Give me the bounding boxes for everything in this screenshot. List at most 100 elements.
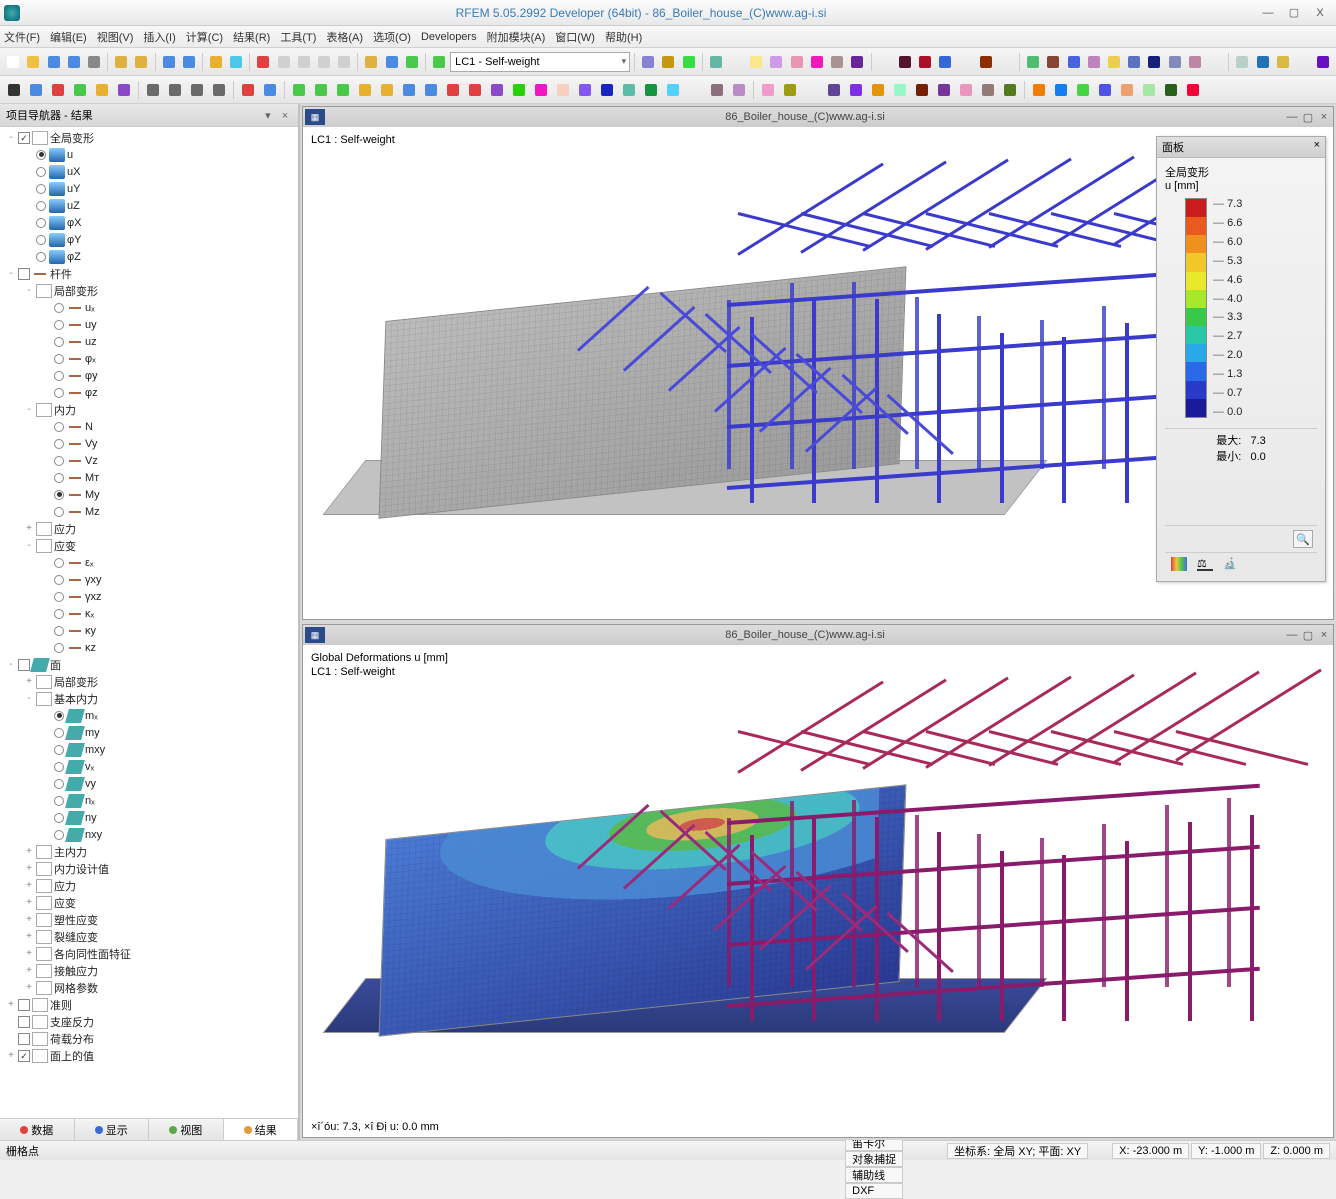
toolbar-t6-icon[interactable] bbox=[1139, 80, 1159, 100]
vp1-max-icon[interactable]: ▢ bbox=[1301, 110, 1315, 124]
toolbar-d1-icon[interactable] bbox=[1233, 52, 1251, 72]
toolbar-s4-icon[interactable] bbox=[824, 80, 844, 100]
status-toggle[interactable]: 辅助线 bbox=[845, 1167, 903, 1183]
tree-item[interactable]: uy bbox=[0, 316, 298, 333]
toolbar-r10-icon[interactable] bbox=[707, 80, 727, 100]
menu-item[interactable]: 文件(F) bbox=[4, 29, 40, 45]
toolbar-s2-icon[interactable] bbox=[780, 80, 800, 100]
toolbar-b2-icon[interactable] bbox=[896, 52, 914, 72]
tree-item[interactable]: Vz bbox=[0, 452, 298, 469]
tree-item[interactable]: 荷载分布 bbox=[0, 1030, 298, 1047]
toolbar-c5-icon[interactable] bbox=[1105, 52, 1123, 72]
toolbar-paste-icon[interactable] bbox=[132, 52, 150, 72]
tree-item[interactable]: +塑性应变 bbox=[0, 911, 298, 928]
vp2-max-icon[interactable]: ▢ bbox=[1301, 628, 1315, 642]
toolbar-open-icon[interactable] bbox=[24, 52, 42, 72]
toolbar-s3-icon[interactable] bbox=[802, 80, 822, 100]
tree-item[interactable]: u bbox=[0, 146, 298, 163]
tree-item[interactable]: 支座反力 bbox=[0, 1013, 298, 1030]
toolbar-b3-icon[interactable] bbox=[916, 52, 934, 72]
toolbar-v2-icon[interactable] bbox=[165, 80, 185, 100]
toolbar-w10-icon[interactable] bbox=[487, 80, 507, 100]
menu-item[interactable]: 结果(R) bbox=[233, 29, 270, 45]
toolbar-axis-icon[interactable] bbox=[238, 80, 258, 100]
toolbar-undo-icon[interactable] bbox=[159, 52, 177, 72]
tree-item[interactable]: -面 bbox=[0, 656, 298, 673]
tree-item[interactable]: +应力 bbox=[0, 520, 298, 537]
toolbar-calc3-icon[interactable] bbox=[295, 52, 313, 72]
toolbar-s6-icon[interactable] bbox=[868, 80, 888, 100]
toolbar-t5-icon[interactable] bbox=[1117, 80, 1137, 100]
toolbar-c6-icon[interactable] bbox=[1125, 52, 1143, 72]
tree-item[interactable]: my bbox=[0, 724, 298, 741]
tree-item[interactable]: +准则 bbox=[0, 996, 298, 1013]
panel-zoom-icon[interactable]: 🔍 bbox=[1293, 530, 1313, 548]
results-panel[interactable]: 面板 × 全局变形 u [mm] 7.36.66.05.34.64.03.32.… bbox=[1156, 136, 1326, 582]
toolbar-t1-icon[interactable] bbox=[362, 52, 380, 72]
toolbar-rot-icon[interactable] bbox=[70, 80, 90, 100]
toolbar-d5-icon[interactable] bbox=[1314, 52, 1332, 72]
toolbar-s11-icon[interactable] bbox=[978, 80, 998, 100]
tree-item[interactable]: φZ bbox=[0, 248, 298, 265]
maximize-button[interactable]: ▢ bbox=[1282, 5, 1306, 21]
toolbar-calc2-icon[interactable] bbox=[274, 52, 292, 72]
toolbar-s8-icon[interactable] bbox=[912, 80, 932, 100]
toolbar-t7-icon[interactable] bbox=[1161, 80, 1181, 100]
toolbar-r9-icon[interactable] bbox=[685, 80, 705, 100]
toolbar-nav-first-icon[interactable] bbox=[639, 52, 657, 72]
toolbar-b1-icon[interactable] bbox=[875, 52, 893, 72]
panel-close-icon[interactable]: × bbox=[1314, 139, 1320, 155]
toolbar-r11-icon[interactable] bbox=[729, 80, 749, 100]
toolbar-grid-icon[interactable] bbox=[260, 80, 280, 100]
tree-item[interactable]: +网格参数 bbox=[0, 979, 298, 996]
toolbar-pan-icon[interactable] bbox=[92, 80, 112, 100]
tree-item[interactable]: κy bbox=[0, 622, 298, 639]
tree-item[interactable]: N bbox=[0, 418, 298, 435]
navigator-close-icon[interactable]: × bbox=[278, 110, 292, 122]
tree-item[interactable]: φX bbox=[0, 214, 298, 231]
menu-item[interactable]: 插入(I) bbox=[143, 29, 175, 45]
status-toggle[interactable]: 对象捕捉 bbox=[845, 1151, 903, 1167]
toolbar-w5-icon[interactable] bbox=[377, 80, 397, 100]
menu-item[interactable]: 窗口(W) bbox=[555, 29, 595, 45]
toolbar-s5-icon[interactable] bbox=[846, 80, 866, 100]
toolbar-calc5-icon[interactable] bbox=[335, 52, 353, 72]
menu-item[interactable]: 工具(T) bbox=[280, 29, 316, 45]
toolbar-t4-icon[interactable] bbox=[1095, 80, 1115, 100]
tree-item[interactable]: -局部变形 bbox=[0, 282, 298, 299]
toolbar-w1-icon[interactable] bbox=[289, 80, 309, 100]
nav-tab-显示[interactable]: 显示 bbox=[75, 1119, 150, 1140]
tree-item[interactable]: vₓ bbox=[0, 758, 298, 775]
toolbar-a8-icon[interactable] bbox=[848, 52, 866, 72]
toolbar-saveall-icon[interactable] bbox=[65, 52, 83, 72]
vp1-close-icon[interactable]: × bbox=[1317, 110, 1331, 124]
toolbar-new-icon[interactable] bbox=[4, 52, 22, 72]
toolbar-t8-icon[interactable] bbox=[1183, 80, 1203, 100]
tree-item[interactable]: +面上的值 bbox=[0, 1047, 298, 1064]
menu-item[interactable]: 选项(O) bbox=[373, 29, 411, 45]
toolbar-r3-icon[interactable] bbox=[553, 80, 573, 100]
toolbar-s7-icon[interactable] bbox=[890, 80, 910, 100]
vp1-min-icon[interactable]: — bbox=[1285, 110, 1299, 124]
toolbar-w3-icon[interactable] bbox=[333, 80, 353, 100]
loadcase-icon[interactable] bbox=[430, 52, 448, 72]
toolbar-c7-icon[interactable] bbox=[1145, 52, 1163, 72]
tree-item[interactable]: ny bbox=[0, 809, 298, 826]
menu-item[interactable]: 表格(A) bbox=[326, 29, 363, 45]
tree-item[interactable]: +局部变形 bbox=[0, 673, 298, 690]
toolbar-v1-icon[interactable] bbox=[143, 80, 163, 100]
nav-tab-视图[interactable]: 视图 bbox=[149, 1119, 224, 1140]
toolbar-t3-icon[interactable] bbox=[1073, 80, 1093, 100]
tree-item[interactable]: -全局变形 bbox=[0, 129, 298, 146]
toolbar-w4-icon[interactable] bbox=[355, 80, 375, 100]
toolbar-b6-icon[interactable] bbox=[977, 52, 995, 72]
toolbar-a6-icon[interactable] bbox=[808, 52, 826, 72]
toolbar-print-icon[interactable] bbox=[85, 52, 103, 72]
tree-item[interactable]: Vy bbox=[0, 435, 298, 452]
toolbar-d2-icon[interactable] bbox=[1253, 52, 1271, 72]
toolbar-s10-icon[interactable] bbox=[956, 80, 976, 100]
toolbar-a4-icon[interactable] bbox=[767, 52, 785, 72]
toolbar-b4-icon[interactable] bbox=[936, 52, 954, 72]
tree-item[interactable]: -杆件 bbox=[0, 265, 298, 282]
toolbar-nav-prev-icon[interactable] bbox=[659, 52, 677, 72]
